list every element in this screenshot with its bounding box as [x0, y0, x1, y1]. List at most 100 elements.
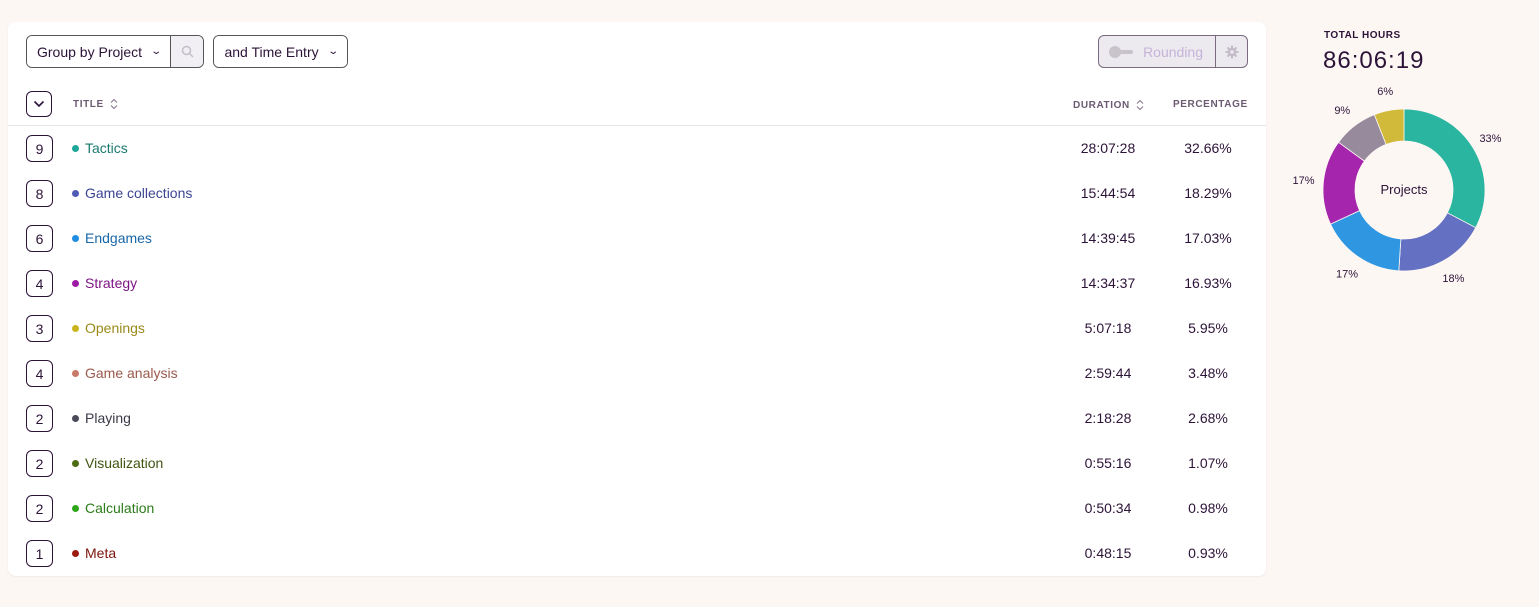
project-title[interactable]: Meta — [85, 545, 116, 561]
percentage-column-header: PERCENTAGE — [1173, 99, 1248, 110]
table-body: 9 Tactics 28:07:28 32.66% 8 Game collect… — [8, 126, 1266, 576]
chevron-down-icon: ⌄ — [326, 46, 339, 57]
donut-slice[interactable] — [1398, 212, 1477, 272]
percentage-value: 0.98% — [1188, 500, 1228, 516]
table-row: 3 Openings 5:07:18 5.95% — [8, 306, 1266, 351]
entry-count-button[interactable]: 2 — [26, 450, 53, 477]
table-row: 6 Endgames 14:39:45 17.03% — [8, 216, 1266, 261]
report-panel: Group by Project ⌄ and Time Entry ⌄ Roun… — [8, 22, 1266, 576]
percentage-value: 0.93% — [1188, 545, 1228, 561]
percentage-value: 16.93% — [1184, 275, 1232, 291]
entry-count-button[interactable]: 2 — [26, 495, 53, 522]
chevron-down-icon: ⌄ — [150, 46, 163, 57]
project-title[interactable]: Game collections — [85, 185, 192, 201]
duration-value: 15:44:54 — [1080, 185, 1136, 201]
project-title[interactable]: Strategy — [85, 275, 137, 291]
project-color-dot — [72, 460, 79, 467]
project-color-dot — [72, 280, 79, 287]
rounding-label: Rounding — [1143, 43, 1203, 60]
total-hours-value: 86:06:19 — [1323, 47, 1425, 74]
percentage-value: 3.48% — [1188, 365, 1228, 381]
project-color-dot — [72, 145, 79, 152]
sort-icon — [110, 98, 118, 110]
donut-slice-label: 17% — [1336, 268, 1358, 280]
duration-value: 0:50:34 — [1084, 500, 1132, 516]
table-row: 4 Strategy 14:34:37 16.93% — [8, 261, 1266, 306]
grouping-toolbar: Group by Project ⌄ and Time Entry ⌄ — [26, 35, 348, 68]
rounding-toggle[interactable]: Rounding — [1099, 36, 1215, 67]
group-by-label: Group by Project — [37, 43, 143, 60]
duration-value: 14:39:45 — [1080, 230, 1136, 246]
entry-count-button[interactable]: 3 — [26, 315, 53, 342]
percentage-value: 1.07% — [1188, 455, 1228, 471]
rounding-settings-button[interactable] — [1215, 36, 1247, 67]
donut-slice-label: 6% — [1377, 86, 1393, 98]
duration-value: 2:59:44 — [1084, 365, 1132, 381]
duration-value: 0:48:15 — [1084, 545, 1132, 561]
duration-header-label: DURATION — [1073, 99, 1130, 111]
project-title[interactable]: Game analysis — [85, 365, 178, 381]
donut-center-label: Projects — [1381, 182, 1428, 197]
percentage-value: 5.95% — [1188, 320, 1228, 336]
percentage-header-label: PERCENTAGE — [1173, 99, 1248, 110]
project-title[interactable]: Playing — [85, 410, 131, 426]
donut-slice-label: 33% — [1479, 133, 1501, 145]
project-title[interactable]: Endgames — [85, 230, 152, 246]
group-by-segment: Group by Project ⌄ — [26, 35, 205, 68]
sort-icon — [1136, 99, 1144, 111]
entry-count-button[interactable]: 1 — [26, 540, 53, 567]
entry-count-button[interactable]: 8 — [26, 180, 53, 207]
project-color-dot — [72, 550, 79, 557]
project-color-dot — [72, 235, 79, 242]
table-row: 9 Tactics 28:07:28 32.66% — [8, 126, 1266, 171]
duration-value: 5:07:18 — [1084, 320, 1132, 336]
table-row: 1 Meta 0:48:15 0.93% — [8, 531, 1266, 576]
title-header-label: TITLE — [73, 98, 104, 110]
project-color-dot — [72, 190, 79, 197]
search-button[interactable] — [170, 36, 204, 67]
collapse-all-button[interactable] — [26, 91, 52, 117]
project-color-dot — [72, 325, 79, 332]
group-by-dropdown[interactable]: Group by Project ⌄ — [27, 36, 171, 67]
project-title[interactable]: Visualization — [85, 455, 163, 471]
table-row: 2 Playing 2:18:28 2.68% — [8, 396, 1266, 441]
total-hours-label: TOTAL HOURS — [1324, 30, 1401, 41]
donut-slice-label: 18% — [1442, 273, 1464, 285]
duration-value: 0:55:16 — [1084, 455, 1132, 471]
donut-slice-label: 9% — [1334, 105, 1350, 117]
donut-slice[interactable] — [1403, 108, 1486, 229]
duration-value: 2:18:28 — [1084, 410, 1132, 426]
chevron-down-icon — [33, 100, 45, 108]
percentage-value: 2.68% — [1188, 410, 1228, 426]
sub-group-label: and Time Entry — [224, 43, 319, 60]
percentage-value: 18.29% — [1184, 185, 1232, 201]
table-row: 2 Calculation 0:50:34 0.98% — [8, 486, 1266, 531]
duration-value: 28:07:28 — [1080, 140, 1136, 156]
percentage-value: 32.66% — [1184, 140, 1232, 156]
toggle-switch-icon — [1109, 45, 1134, 58]
project-color-dot — [72, 505, 79, 512]
project-title[interactable]: Calculation — [85, 500, 154, 516]
entry-count-button[interactable]: 4 — [26, 360, 53, 387]
table-row: 8 Game collections 15:44:54 18.29% — [8, 171, 1266, 216]
search-icon — [181, 45, 194, 58]
entry-count-button[interactable]: 9 — [26, 135, 53, 162]
project-color-dot — [72, 415, 79, 422]
gear-icon — [1225, 45, 1238, 58]
duration-column-header[interactable]: DURATION — [1073, 99, 1144, 111]
table-row: 4 Game analysis 2:59:44 3.48% — [8, 351, 1266, 396]
rounding-control: Rounding — [1098, 35, 1248, 68]
project-color-dot — [72, 370, 79, 377]
entry-count-button[interactable]: 2 — [26, 405, 53, 432]
sub-group-segment: and Time Entry ⌄ — [213, 35, 348, 68]
entry-count-button[interactable]: 6 — [26, 225, 53, 252]
sub-group-dropdown[interactable]: and Time Entry ⌄ — [214, 36, 347, 67]
donut-slice[interactable] — [1330, 210, 1402, 272]
donut-slice-label: 17% — [1292, 175, 1314, 187]
entry-count-button[interactable]: 4 — [26, 270, 53, 297]
percentage-value: 17.03% — [1184, 230, 1232, 246]
project-title[interactable]: Tactics — [85, 140, 128, 156]
project-title[interactable]: Openings — [85, 320, 145, 336]
title-column-header[interactable]: TITLE — [73, 98, 118, 110]
table-header: TITLE DURATION PERCENTAGE — [8, 90, 1266, 126]
